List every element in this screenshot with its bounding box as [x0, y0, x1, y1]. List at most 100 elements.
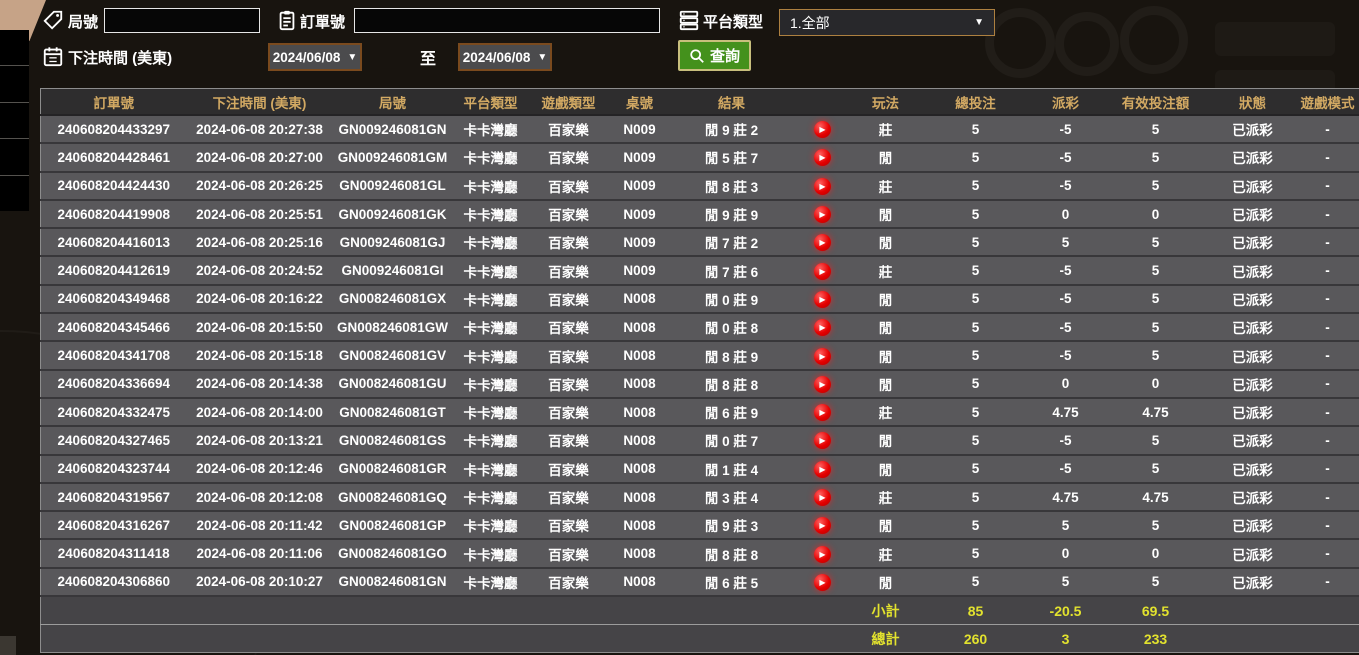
- sidebar-menu-item[interactable]: [0, 176, 29, 211]
- bet-time-label: 下注時間 (美東): [68, 47, 172, 68]
- search-button-label: 查詢: [710, 45, 740, 66]
- table-row: 2406082044126192024-06-08 20:24:52GN0092…: [41, 256, 1359, 284]
- search-button[interactable]: 查詢: [678, 40, 751, 71]
- play-video-button[interactable]: ▶: [814, 461, 831, 478]
- cell-round: GN008246081GP: [333, 511, 453, 539]
- col-total-bet: 總投注: [919, 89, 1033, 116]
- cell-platform: 卡卡灣廳: [453, 143, 529, 171]
- grand-total-mode-spacer: [1293, 625, 1359, 653]
- order-label: 訂單號: [300, 11, 345, 32]
- cell-platform: 卡卡灣廳: [453, 341, 529, 369]
- play-video-button[interactable]: ▶: [814, 149, 831, 166]
- cell-order: 240608204306860: [41, 568, 187, 596]
- chevron-down-icon: ▼: [347, 52, 357, 63]
- cell-payout: -5: [1033, 455, 1099, 483]
- play-video-button[interactable]: ▶: [814, 574, 831, 591]
- cell-replay: ▶: [793, 568, 853, 596]
- date-to-select[interactable]: 2024/06/08 ▼: [458, 43, 552, 71]
- chevron-down-icon: ▼: [537, 52, 547, 63]
- cell-payout: -5: [1033, 285, 1099, 313]
- cell-status: 已派彩: [1213, 115, 1293, 143]
- cell-platform: 卡卡灣廳: [453, 285, 529, 313]
- table-row: 2406082043162672024-06-08 20:11:42GN0082…: [41, 511, 1359, 539]
- cell-bet-type: 莊: [853, 398, 919, 426]
- cell-bet-time: 2024-06-08 20:27:38: [187, 115, 333, 143]
- play-video-button[interactable]: ▶: [814, 319, 831, 336]
- date-from-value: 2024/06/08: [273, 50, 341, 65]
- cell-bet-time: 2024-06-08 20:14:00: [187, 398, 333, 426]
- cell-game-type: 百家樂: [529, 200, 609, 228]
- cell-game-mode: -: [1293, 200, 1359, 228]
- cell-valid-bet: 5: [1099, 285, 1213, 313]
- round-input[interactable]: [104, 8, 260, 33]
- cell-result: 閒 0 莊 8: [671, 313, 793, 341]
- cell-round: GN009246081GK: [333, 200, 453, 228]
- table-row: 2406082044160132024-06-08 20:25:16GN0092…: [41, 228, 1359, 256]
- cell-status: 已派彩: [1213, 341, 1293, 369]
- cell-total-bet: 5: [919, 539, 1033, 567]
- cell-game-mode: -: [1293, 398, 1359, 426]
- play-video-button[interactable]: ▶: [814, 432, 831, 449]
- cell-platform: 卡卡灣廳: [453, 228, 529, 256]
- cell-game-type: 百家樂: [529, 228, 609, 256]
- play-video-button[interactable]: ▶: [814, 121, 831, 138]
- cell-replay: ▶: [793, 398, 853, 426]
- sidebar-menu-item[interactable]: [0, 30, 29, 65]
- col-table-no: 桌號: [609, 89, 671, 116]
- cell-bet-type: 閒: [853, 341, 919, 369]
- cell-game-mode: -: [1293, 568, 1359, 596]
- cell-bet-time: 2024-06-08 20:12:08: [187, 483, 333, 511]
- cell-order: 240608204433297: [41, 115, 187, 143]
- cell-game-type: 百家樂: [529, 483, 609, 511]
- play-video-button[interactable]: ▶: [814, 348, 831, 365]
- play-video-button[interactable]: ▶: [814, 206, 831, 223]
- cell-round: GN008246081GX: [333, 285, 453, 313]
- background-watermark: [1055, 12, 1119, 76]
- cell-valid-bet: 5: [1099, 426, 1213, 454]
- cell-game-mode: -: [1293, 228, 1359, 256]
- cell-order: 240608204311418: [41, 539, 187, 567]
- cell-valid-bet: 5: [1099, 228, 1213, 256]
- cell-round: GN008246081GT: [333, 398, 453, 426]
- cell-table-no: N009: [609, 172, 671, 200]
- cell-valid-bet: 0: [1099, 370, 1213, 398]
- cell-game-mode: -: [1293, 143, 1359, 171]
- table-row: 2406082044199082024-06-08 20:25:51GN0092…: [41, 200, 1359, 228]
- cell-total-bet: 5: [919, 172, 1033, 200]
- platform-list-icon: [678, 9, 700, 31]
- cell-bet-time: 2024-06-08 20:11:06: [187, 539, 333, 567]
- play-video-button[interactable]: ▶: [814, 376, 831, 393]
- play-video-button[interactable]: ▶: [814, 489, 831, 506]
- cell-bet-time: 2024-06-08 20:11:42: [187, 511, 333, 539]
- play-video-button[interactable]: ▶: [814, 178, 831, 195]
- play-video-button[interactable]: ▶: [814, 263, 831, 280]
- search-icon: [689, 48, 705, 64]
- play-video-button[interactable]: ▶: [814, 404, 831, 421]
- cell-table-no: N008: [609, 511, 671, 539]
- col-payout: 派彩: [1033, 89, 1099, 116]
- cell-status: 已派彩: [1213, 200, 1293, 228]
- round-label: 局號: [68, 11, 98, 32]
- cell-payout: 5: [1033, 228, 1099, 256]
- date-from-select[interactable]: 2024/06/08 ▼: [268, 43, 362, 71]
- cell-game-type: 百家樂: [529, 511, 609, 539]
- play-video-button[interactable]: ▶: [814, 546, 831, 563]
- col-platform: 平台類型: [453, 89, 529, 116]
- cell-valid-bet: 5: [1099, 341, 1213, 369]
- table-row: 2406082044332972024-06-08 20:27:38GN0092…: [41, 115, 1359, 143]
- cell-bet-type: 閒: [853, 200, 919, 228]
- platform-type-select[interactable]: 1.全部 ▼: [779, 9, 995, 36]
- play-video-button[interactable]: ▶: [814, 291, 831, 308]
- order-input[interactable]: [354, 8, 660, 33]
- sidebar-menu-item[interactable]: [0, 103, 29, 138]
- sidebar-menu-item[interactable]: [0, 66, 29, 101]
- table-row: 2406082043366942024-06-08 20:14:38GN0082…: [41, 370, 1359, 398]
- play-video-button[interactable]: ▶: [814, 517, 831, 534]
- cell-result: 閒 7 莊 2: [671, 228, 793, 256]
- sidebar-menu-item[interactable]: [0, 139, 29, 174]
- cell-status: 已派彩: [1213, 426, 1293, 454]
- play-video-button[interactable]: ▶: [814, 234, 831, 251]
- cell-bet-type: 莊: [853, 256, 919, 284]
- cell-round: GN009246081GN: [333, 115, 453, 143]
- cell-bet-time: 2024-06-08 20:27:00: [187, 143, 333, 171]
